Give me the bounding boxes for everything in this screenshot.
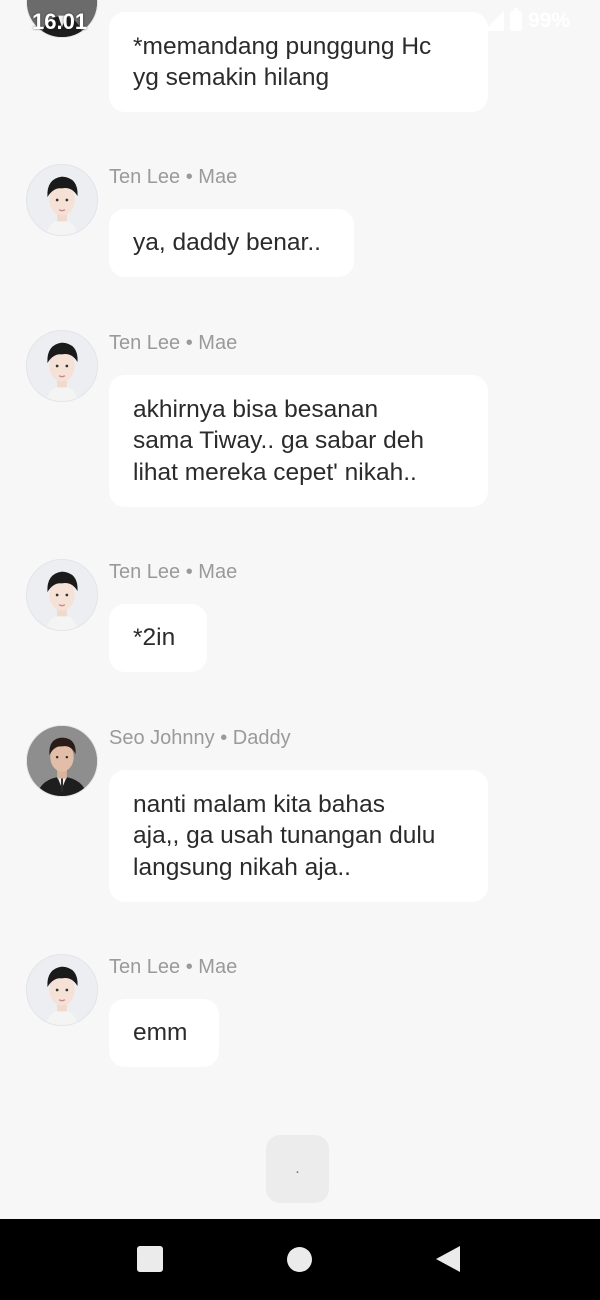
- message-bubble[interactable]: nanti malam kita bahas aja,, ga usah tun…: [109, 770, 488, 902]
- message-bubble[interactable]: akhirnya bisa besanan sama Tiway.. ga sa…: [109, 375, 488, 507]
- typing-indicator[interactable]: .: [266, 1135, 329, 1203]
- sender-name: Ten Lee • Mae: [109, 166, 238, 188]
- message-text: akhirnya bisa besanan sama Tiway.. ga sa…: [133, 395, 424, 486]
- avatar[interactable]: [26, 725, 98, 797]
- battery-percent: 99%: [527, 9, 570, 32]
- avatar-seo-johnny-icon: [27, 726, 97, 796]
- avatar[interactable]: [26, 330, 98, 402]
- message-bubble[interactable]: *memandang punggung Hc yg semakin hilang: [109, 12, 488, 112]
- recent-apps-icon[interactable]: [137, 1246, 163, 1272]
- message-bubble[interactable]: *2in: [109, 604, 207, 672]
- message-text: ya, daddy benar..: [133, 229, 321, 257]
- signal-icon: [483, 11, 504, 31]
- message-bubble[interactable]: emm: [109, 999, 219, 1067]
- typing-indicator-text: .: [295, 1160, 300, 1177]
- avatar-ten-lee-icon: [27, 955, 97, 1025]
- navigation-bar: [0, 1219, 600, 1300]
- sender-name: Ten Lee • Mae: [109, 332, 238, 354]
- avatar[interactable]: [26, 164, 98, 236]
- status-time: 16.01: [32, 9, 88, 34]
- sender-name: Seo Johnny • Daddy: [109, 727, 291, 749]
- message-bubble[interactable]: ya, daddy benar..: [109, 209, 354, 277]
- back-icon[interactable]: [436, 1246, 460, 1272]
- sender-name: Ten Lee • Mae: [109, 956, 238, 978]
- avatar-ten-lee-icon: [27, 560, 97, 630]
- avatar[interactable]: [26, 954, 98, 1026]
- message-text: *memandang punggung Hc yg semakin hilang: [133, 32, 432, 92]
- home-icon[interactable]: [287, 1247, 312, 1272]
- status-icons: 99%: [483, 8, 570, 33]
- sender-name: Ten Lee • Mae: [109, 561, 238, 583]
- battery-icon: [509, 8, 522, 31]
- message-text: *2in: [133, 624, 176, 652]
- avatar[interactable]: [26, 559, 98, 631]
- message-text: nanti malam kita bahas aja,, ga usah tun…: [133, 790, 436, 881]
- avatar-ten-lee-icon: [27, 331, 97, 401]
- message-text: emm: [133, 1019, 188, 1047]
- avatar-ten-lee-icon: [27, 165, 97, 235]
